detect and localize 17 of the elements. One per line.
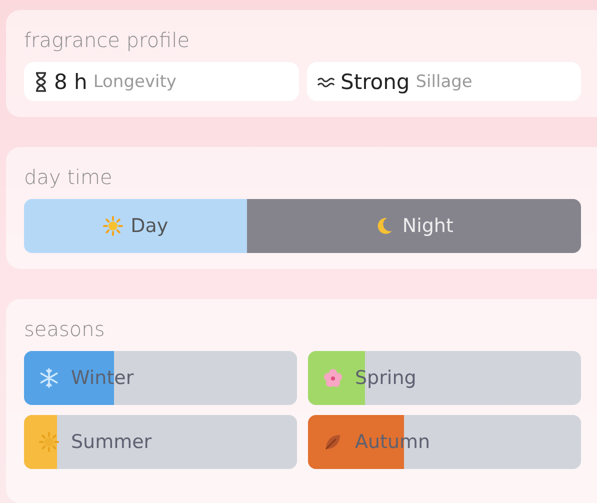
stat-label: Longevity [93,72,176,92]
flower-icon [323,368,343,388]
stat-value: Strong [340,70,410,94]
hourglass-icon [34,72,48,92]
leaf-icon [323,432,343,452]
day-label: Day [130,215,168,237]
sun-icon [102,216,123,236]
section-title: fragrance profile [24,28,191,52]
sun-icon [39,432,59,452]
stat-label: Sillage [416,72,472,92]
stat-value: 8 h [54,70,88,94]
night-label: Night [402,215,454,237]
season-label: Summer [71,431,152,453]
section-title: seasons [24,317,106,341]
snowflake-icon [39,368,59,388]
waves-icon [316,76,334,88]
section-title: day time [24,165,114,189]
